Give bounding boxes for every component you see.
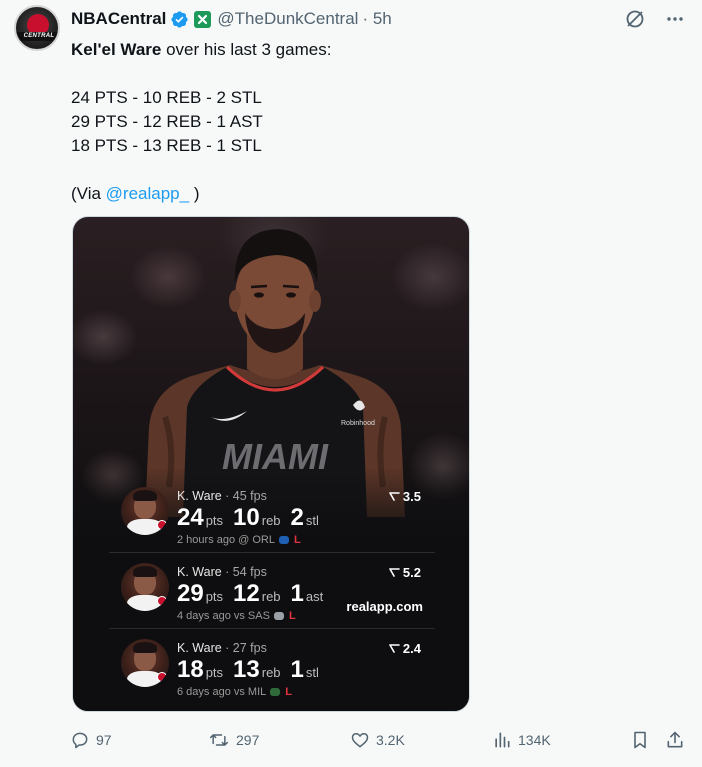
stat-line-1: 24 PTS - 10 REB - 2 STL bbox=[71, 88, 262, 107]
row-fps: · 45 fps bbox=[221, 489, 267, 503]
bookmark-button[interactable] bbox=[630, 728, 650, 752]
row-meta: 6 days ago vs MIL L bbox=[177, 686, 293, 698]
reply-icon bbox=[72, 732, 88, 749]
row-player-name: K. Ware bbox=[177, 641, 222, 655]
affiliate-badge-icon[interactable] bbox=[194, 10, 212, 28]
score-arrow-icon bbox=[389, 492, 400, 501]
share-button[interactable] bbox=[665, 728, 685, 752]
reply-button[interactable]: 97 bbox=[70, 728, 112, 752]
repost-button[interactable]: 297 bbox=[208, 728, 259, 752]
bucks-logo-icon bbox=[270, 688, 281, 696]
views-count: 134K bbox=[518, 732, 551, 748]
via-mention-link[interactable]: @realapp_ bbox=[106, 184, 189, 203]
svg-text:Robinhood: Robinhood bbox=[341, 420, 375, 427]
repost-icon bbox=[209, 734, 229, 746]
heat-logo-icon bbox=[157, 596, 167, 606]
magic-logo-icon bbox=[279, 536, 289, 544]
spurs-logo-icon bbox=[273, 612, 284, 620]
player-thumbnail bbox=[121, 487, 169, 535]
header-actions bbox=[624, 8, 686, 30]
result-badge: L bbox=[294, 534, 301, 546]
tweet-image[interactable]: Robinhood MIAMI K. Ware · 45 fps 24 pts 10… bbox=[72, 216, 470, 712]
result-badge: L bbox=[285, 686, 293, 698]
grok-icon[interactable] bbox=[624, 8, 646, 30]
score-arrow-icon bbox=[389, 568, 400, 577]
row-stats: 24 pts 10 reb 2 stl bbox=[177, 504, 319, 531]
tweet: CENTRAL NBACentral @TheDunkCentral · 5h … bbox=[0, 0, 702, 767]
reply-count: 97 bbox=[96, 732, 112, 748]
bookmark-icon bbox=[634, 731, 646, 749]
row-score: 2.4 bbox=[389, 641, 421, 656]
row-meta: 4 days ago vs SAS L bbox=[177, 610, 296, 622]
row-meta: 2 hours ago @ ORL L bbox=[177, 534, 301, 546]
result-badge: L bbox=[288, 610, 296, 622]
row-stats: 29 pts 12 reb 1 ast bbox=[177, 580, 324, 607]
stat-cards: K. Ware · 45 fps 24 pts 10 reb 2 stl 2 hours … bbox=[109, 477, 435, 705]
row-score: 3.5 bbox=[389, 489, 421, 504]
tweet-text: Kel'el Ware over his last 3 games: 24 PT… bbox=[71, 38, 671, 206]
stat-line-2: 29 PTS - 12 REB - 1 AST bbox=[71, 112, 263, 131]
player-name-bold: Kel'el Ware bbox=[71, 40, 162, 59]
more-options-icon[interactable] bbox=[664, 8, 686, 30]
row-player-name: K. Ware bbox=[177, 489, 222, 503]
stat-card-row[interactable]: K. Ware · 27 fps 18 pts 13 reb 1 stl 6 days a… bbox=[109, 629, 435, 705]
heat-logo-icon bbox=[157, 672, 167, 682]
avatar-text: CENTRAL bbox=[23, 33, 55, 39]
row-fps: · 54 fps bbox=[221, 565, 267, 579]
like-button[interactable]: 3.2K bbox=[350, 728, 405, 752]
stat-card-row[interactable]: K. Ware · 45 fps 24 pts 10 reb 2 stl 2 hours … bbox=[109, 477, 435, 553]
views-chart-icon bbox=[495, 732, 510, 748]
row-stats: 18 pts 13 reb 1 stl bbox=[177, 656, 319, 683]
like-count: 3.2K bbox=[376, 732, 405, 748]
heart-icon bbox=[351, 733, 369, 748]
share-icon bbox=[667, 731, 683, 748]
row-fps: · 27 fps bbox=[221, 641, 267, 655]
player-thumbnail bbox=[121, 563, 169, 611]
heat-logo-icon bbox=[157, 520, 167, 530]
player-thumbnail bbox=[121, 639, 169, 687]
author-handle[interactable]: @TheDunkCentral bbox=[217, 9, 358, 29]
brand-watermark: realapp.com bbox=[346, 599, 423, 614]
author-name[interactable]: NBACentral bbox=[71, 9, 166, 29]
row-score: 5.2 bbox=[389, 565, 421, 580]
stat-line-3: 18 PTS - 13 REB - 1 STL bbox=[71, 136, 262, 155]
repost-count: 297 bbox=[236, 732, 260, 748]
verified-badge-icon[interactable] bbox=[170, 10, 189, 29]
stat-card-row[interactable]: K. Ware · 54 fps 29 pts 12 reb 1 ast 4 days a… bbox=[109, 553, 435, 629]
views-button[interactable]: 134K bbox=[492, 728, 551, 752]
tweet-header: NBACentral @TheDunkCentral · 5h bbox=[71, 8, 392, 30]
tweet-time[interactable]: · 5h bbox=[362, 9, 391, 29]
action-bar: 97 297 3.2K 134K bbox=[70, 728, 690, 752]
row-player-name: K. Ware bbox=[177, 565, 222, 579]
score-arrow-icon bbox=[389, 644, 400, 653]
author-avatar[interactable]: CENTRAL bbox=[14, 5, 60, 51]
